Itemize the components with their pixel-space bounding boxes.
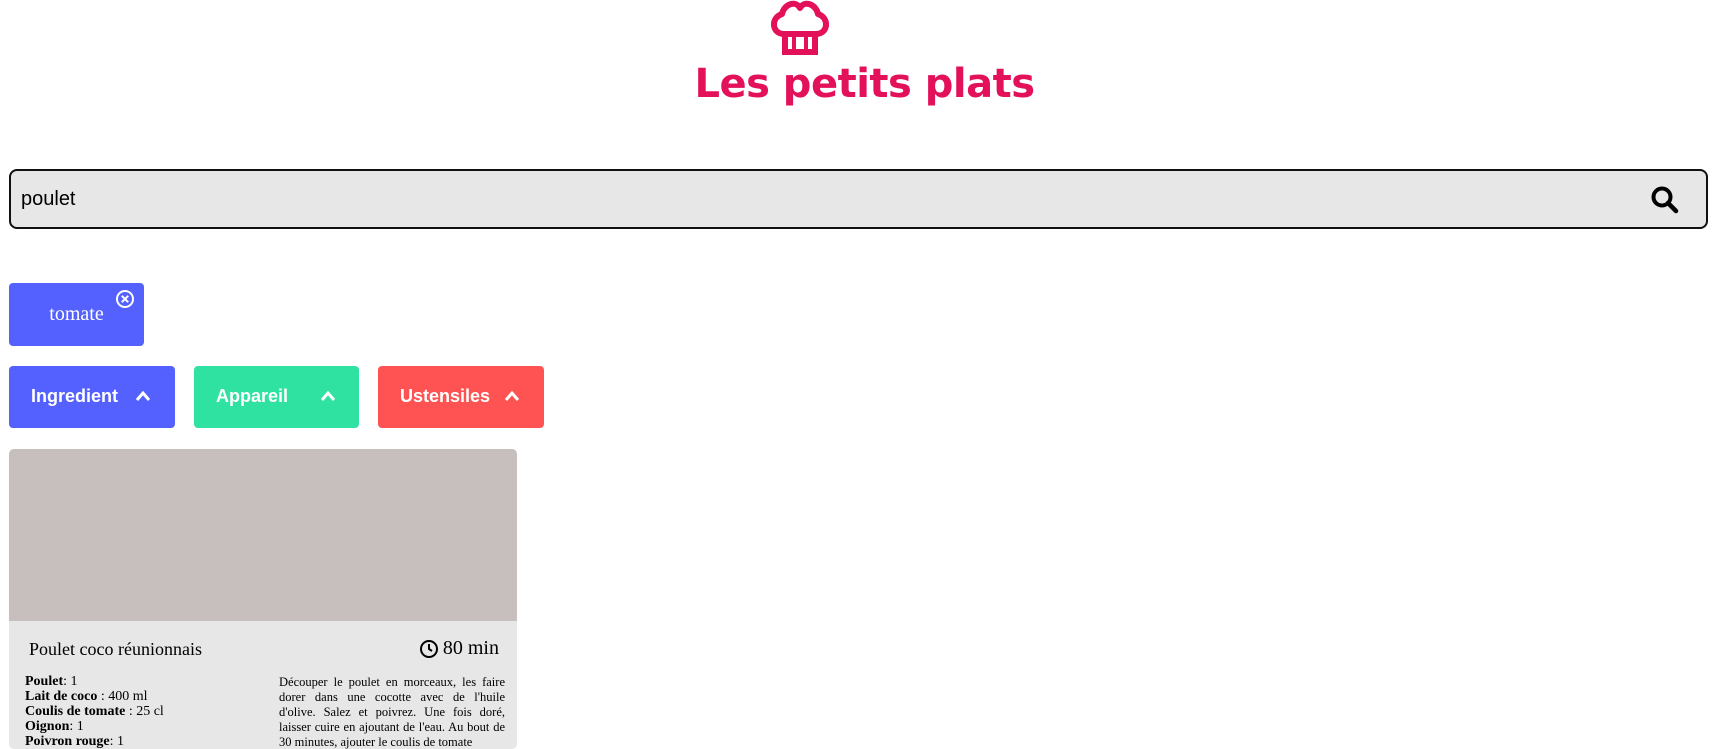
ingredient-list: Poulet: 1 Lait de coco : 400 ml Coulis d… (25, 674, 245, 749)
recipe-description: Découper le poulet en morceaux, les fair… (279, 675, 505, 749)
chef-hat-icon (771, 0, 829, 55)
recipe-card[interactable]: Poulet coco réunionnais 80 min Poulet: 1… (9, 449, 517, 749)
chevron-up-icon (135, 390, 151, 401)
recipe-time-value: 80 min (442, 637, 499, 659)
clock-icon (419, 639, 438, 658)
appareil-filter-button[interactable]: Appareil (194, 366, 359, 428)
ingredient-filter-button[interactable]: Ingredient (9, 366, 175, 428)
recipe-time: 80 min (419, 637, 499, 660)
search-bar (9, 169, 1708, 229)
search-input[interactable] (19, 179, 1523, 219)
filter-label: Appareil (216, 386, 289, 406)
site-title: Les petits plats (694, 61, 1035, 107)
chevron-up-icon (504, 390, 520, 401)
filter-label: Ingredient (31, 386, 119, 406)
recipe-title: Poulet coco réunionnais (29, 639, 202, 659)
ustensiles-filter-button[interactable]: Ustensiles (378, 366, 544, 428)
ingredient-item: Oignon: 1 (25, 719, 84, 734)
recipe-image (9, 449, 517, 621)
chevron-up-icon (320, 390, 336, 401)
ingredient-item: Coulis de tomate : 25 cl (25, 704, 164, 719)
filter-label: Ustensiles (400, 386, 491, 406)
ingredient-item: Poivron rouge: 1 (25, 734, 125, 749)
close-circle-icon[interactable] (115, 289, 135, 309)
ingredient-item: Poulet: 1 (25, 674, 78, 689)
search-button[interactable] (1650, 185, 1680, 215)
ingredient-item: Lait de coco : 400 ml (25, 689, 148, 704)
search-icon (1651, 186, 1679, 214)
selected-tag: tomate (9, 283, 144, 346)
